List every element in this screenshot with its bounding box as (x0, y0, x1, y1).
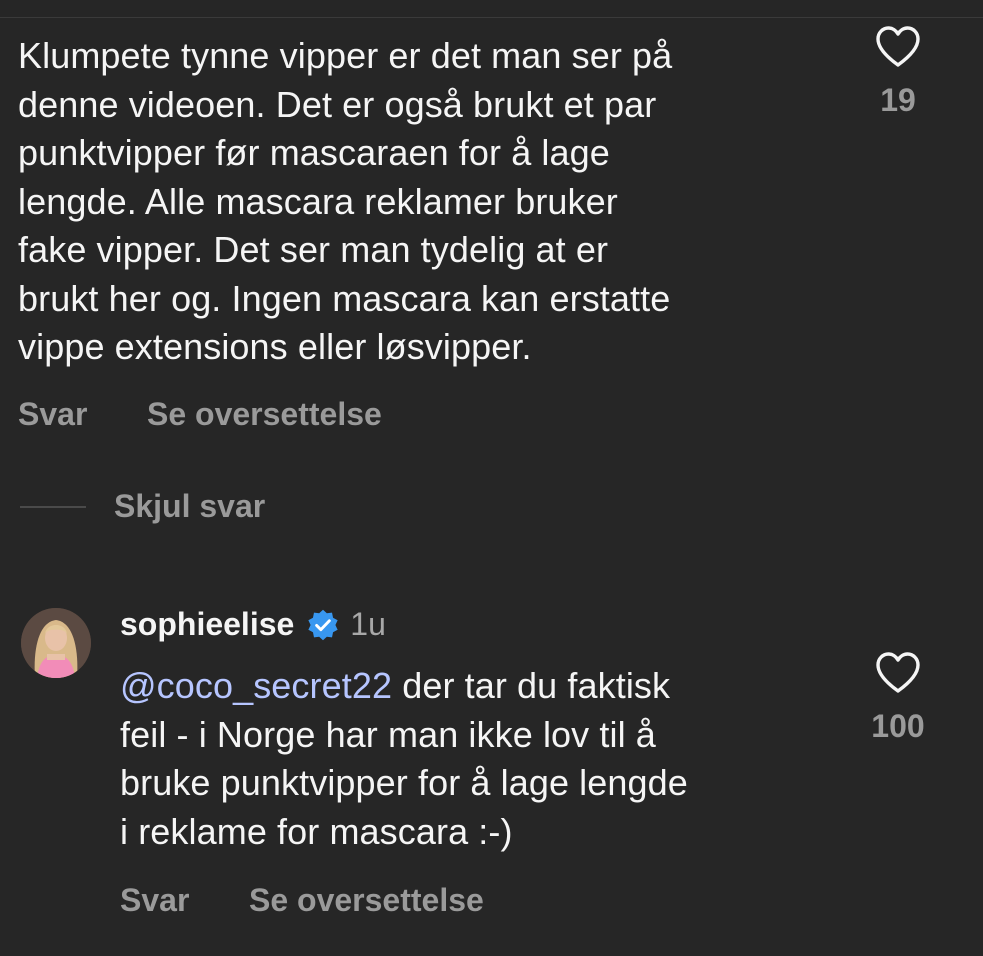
like-count: 19 (880, 82, 916, 118)
see-translation-button[interactable]: Se oversettelse (249, 882, 484, 919)
like-count: 100 (871, 708, 925, 744)
reply-button[interactable]: Svar (18, 396, 87, 433)
hide-replies-button[interactable]: Skjul svar (114, 488, 265, 525)
avatar-image (21, 608, 91, 678)
heart-outline-icon[interactable] (874, 650, 922, 694)
replies-divider-line (20, 506, 86, 508)
top-divider (0, 17, 983, 18)
username-row: sophieelise 1u (120, 606, 386, 643)
reply-button[interactable]: Svar (120, 882, 189, 919)
avatar[interactable] (21, 608, 91, 678)
like-group: 19 (858, 24, 938, 119)
heart-outline-icon[interactable] (874, 24, 922, 68)
username[interactable]: sophieelise (120, 606, 294, 643)
mention-link[interactable]: @coco_secret22 (120, 665, 392, 706)
see-translation-button[interactable]: Se oversettelse (147, 396, 382, 433)
timestamp: 1u (350, 606, 386, 642)
comment-text: @coco_secret22 der tar du faktisk feil -… (120, 662, 840, 856)
verified-badge-icon (308, 609, 338, 640)
like-group: 100 (858, 650, 938, 745)
comment-text: Klumpete tynne vipper er det man ser på … (18, 35, 673, 367)
